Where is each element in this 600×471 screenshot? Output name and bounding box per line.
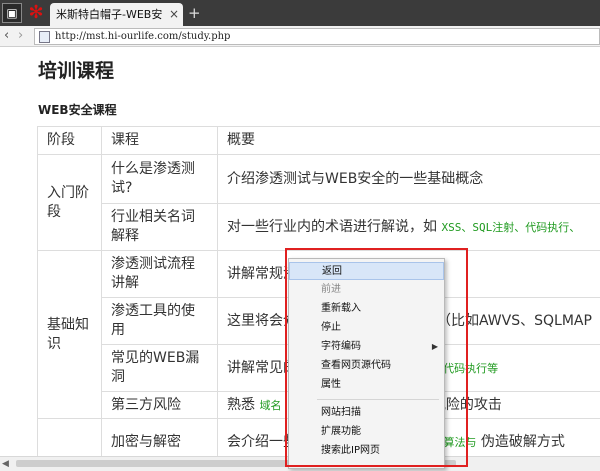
- course-cell: 行业相关名词解释: [102, 204, 218, 251]
- stage-cell: 基础知识: [38, 251, 102, 419]
- course-cell: 什么是渗透测试?: [102, 155, 218, 204]
- address-bar: ‹ › http://mst.hi-ourlife.com/study.php: [0, 26, 600, 47]
- stage-cell: 入门阶段: [38, 155, 102, 251]
- forward-icon[interactable]: ›: [18, 26, 23, 46]
- section-title: WEB安全课程: [38, 101, 117, 118]
- course-cell: 渗透工具的使用: [102, 298, 218, 345]
- back-icon[interactable]: ‹: [4, 26, 9, 46]
- summary-cell: 介绍渗透测试与WEB安全的一些基础概念: [218, 155, 600, 204]
- column-header: 课程: [102, 127, 218, 155]
- new-tab-button[interactable]: +: [188, 3, 201, 23]
- column-header: 概要: [218, 127, 600, 155]
- summary-tail: 伪造破解方式: [481, 434, 565, 450]
- summary-text: 对一些行业内的术语进行解说，如: [227, 219, 441, 235]
- tab-bar: ▣ ✻ 米斯特白帽子-WEB安 × +: [0, 0, 600, 26]
- tab-current[interactable]: 米斯特白帽子-WEB安 ×: [50, 3, 183, 26]
- column-header: 阶段: [38, 127, 102, 155]
- course-cell: 常见的WEB漏洞: [102, 345, 218, 392]
- summary-keywords: XSS、SQL注射、代码执行、: [441, 221, 580, 234]
- tab-title: 米斯特白帽子-WEB安: [56, 3, 168, 26]
- course-cell: 渗透测试流程讲解: [102, 251, 218, 298]
- url-text: http://mst.hi-ourlife.com/study.php: [55, 29, 230, 44]
- summary-cell: 对一些行业内的术语进行解说，如 XSS、SQL注射、代码执行、: [218, 204, 600, 251]
- page-icon: [39, 31, 50, 43]
- spider-icon[interactable]: ✻: [26, 3, 46, 23]
- table-row: 入门阶段 什么是渗透测试? 介绍渗透测试与WEB安全的一些基础概念: [38, 155, 600, 204]
- summary-text: 熟悉: [227, 397, 255, 413]
- page-title: 培训课程: [38, 56, 114, 83]
- course-cell: 加密与解密: [102, 419, 218, 458]
- course-cell: 第三方风险: [102, 392, 218, 419]
- browser-menu-icon[interactable]: ▣: [2, 3, 22, 23]
- close-icon[interactable]: ×: [169, 3, 179, 26]
- highlight-frame: [285, 248, 468, 467]
- table-header-row: 阶段 课程 概要: [38, 127, 600, 155]
- stage-cell: [38, 419, 102, 458]
- scroll-left-icon[interactable]: ◀: [2, 457, 9, 471]
- url-input[interactable]: http://mst.hi-ourlife.com/study.php: [34, 28, 600, 45]
- summary-keywords: 域名: [259, 399, 281, 412]
- table-row: 行业相关名词解释 对一些行业内的术语进行解说，如 XSS、SQL注射、代码执行、: [38, 204, 600, 251]
